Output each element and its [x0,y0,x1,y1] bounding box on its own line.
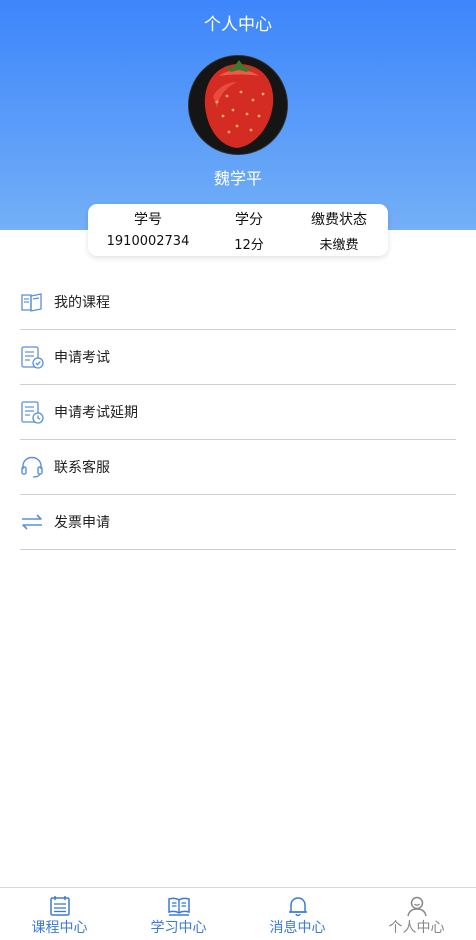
open-book-icon [167,897,190,916]
exam-clock-icon [21,401,44,424]
credits-value: 12分 [234,238,264,253]
student-id-column: 学号 1910002734 [98,204,198,249]
student-id-value: 1910002734 [106,234,190,249]
menu-item-apply-exam[interactable]: 申请考试 [20,330,456,385]
menu-item-label: 联系客服 [54,460,110,476]
menu-item-my-courses[interactable]: 我的课程 [20,275,456,330]
student-info-card: 学号 1910002734 学分 12分 缴费状态 未缴费 [88,204,388,256]
tab-course-center[interactable]: 课程中心 [0,888,119,940]
tab-label: 个人中心 [388,920,445,936]
tab-study-center[interactable]: 学习中心 [119,888,238,940]
username: 魏学平 [213,169,262,188]
swap-arrows-icon [22,514,42,530]
calendar-icon [49,896,70,916]
tab-message-center[interactable]: 消息中心 [238,888,357,940]
user-icon [406,896,427,917]
page-title: 个人中心 [204,15,272,35]
book-icon [21,293,42,312]
menu-item-apply-exam-delay[interactable]: 申请考试延期 [20,385,456,440]
payment-status-value: 未缴费 [319,238,359,253]
menu-item-invoice-request[interactable]: 发票申请 [20,495,456,550]
credits-column: 学分 12分 [199,204,299,253]
student-id-label: 学号 [134,212,162,228]
strawberry-avatar-image [189,56,287,154]
bottom-tab-bar: 课程中心 学习中心 消息中心 个人中心 [0,887,476,940]
menu-item-label: 申请考试延期 [54,405,138,421]
tab-label: 消息中心 [269,920,326,936]
tab-label: 学习中心 [150,920,207,936]
avatar[interactable] [188,55,288,155]
bell-icon [288,897,307,917]
profile-header: 个人中心 魏学平 [0,0,476,230]
payment-status-column: 缴费状态 未缴费 [289,204,389,253]
menu-item-label: 发票申请 [54,515,110,531]
credits-label: 学分 [235,212,263,228]
menu-item-contact-support[interactable]: 联系客服 [20,440,456,495]
profile-menu: 我的课程 申请考试 申请考试延期 联系客服 发票申请 [20,275,456,550]
menu-item-label: 我的课程 [54,295,110,311]
menu-item-label: 申请考试 [54,350,110,366]
headset-icon [21,456,43,478]
payment-status-label: 缴费状态 [311,212,367,228]
tab-personal-center[interactable]: 个人中心 [357,888,476,940]
tab-label: 课程中心 [31,920,88,936]
exam-check-icon [21,346,44,369]
